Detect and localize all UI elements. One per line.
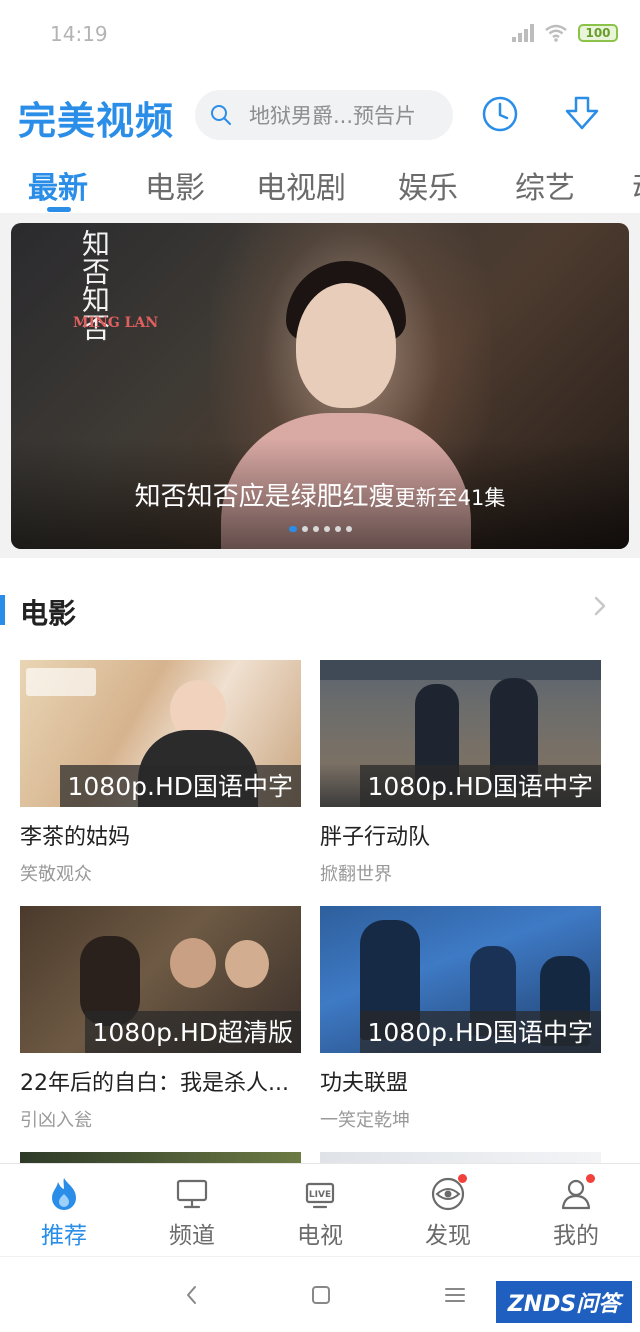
banner-caption: 知否知否应是绿肥红瘦更新至41集 [11, 476, 629, 513]
tab-anime[interactable]: 动 [632, 163, 640, 207]
movie-card[interactable]: 1080p.HD国语中字 李茶的姑妈 笑敬观众 [20, 660, 301, 886]
notification-dot [586, 1174, 595, 1183]
movie-thumbnail-partial[interactable] [320, 1152, 601, 1163]
movie-thumbnail[interactable]: 1080p.HD国语中字 [320, 660, 601, 807]
bottom-nav: 推荐 频道 LIVE 电视 发现 我的 [0, 1163, 640, 1256]
tab-tv-series[interactable]: 电视剧 [256, 163, 346, 207]
nav-label: 推荐 [41, 1223, 87, 1249]
category-tabs: 最新 电影 电视剧 娱乐 综艺 动 [0, 155, 640, 213]
quality-badge: 1080p.HD国语中字 [359, 765, 601, 807]
section-title: 电影 [20, 597, 77, 630]
back-icon[interactable] [178, 1281, 206, 1309]
chevron-right-icon[interactable] [592, 594, 608, 618]
carousel-dot[interactable] [323, 526, 330, 532]
menu-icon[interactable] [441, 1281, 469, 1309]
movie-thumbnail-partial[interactable] [20, 1152, 301, 1163]
movie-thumbnail[interactable]: 1080p.HD国语中字 [320, 906, 601, 1053]
hero-banner[interactable]: 知否知否 MING LAN 知否知否应是绿肥红瘦更新至41集 [11, 223, 629, 549]
carousel-dot[interactable] [334, 526, 341, 532]
nav-label: 发现 [425, 1223, 471, 1249]
movie-title[interactable]: 李茶的姑妈 [20, 819, 301, 851]
movie-card[interactable]: 1080p.HD超清版 22年后的自白：我是杀人... 引凶入瓮 [20, 906, 301, 1132]
banner-caption-main: 知否知否应是绿肥红瘦 [134, 482, 395, 512]
nav-recommend[interactable]: 推荐 [0, 1164, 128, 1257]
search-input[interactable]: 地狱男爵...预告片 [195, 90, 453, 140]
movie-subtitle: 掀翻世界 [320, 864, 392, 885]
tab-movies[interactable]: 电影 [145, 163, 205, 207]
live-tv-icon: LIVE [305, 1182, 335, 1209]
status-icons: 100 [512, 24, 618, 42]
nav-mine[interactable]: 我的 [512, 1164, 640, 1257]
nav-label: 电视 [297, 1223, 343, 1249]
nav-label: 频道 [169, 1223, 215, 1249]
movie-subtitle: 引凶入瓮 [20, 1110, 92, 1131]
nav-channels[interactable]: 频道 [128, 1164, 256, 1257]
status-time: 14:19 [50, 22, 108, 46]
search-icon [211, 105, 231, 125]
movie-card[interactable]: 1080p.HD国语中字 胖子行动队 掀翻世界 [320, 660, 601, 886]
movie-title[interactable]: 功夫联盟 [320, 1065, 601, 1097]
movie-thumbnail[interactable]: 1080p.HD国语中字 [20, 660, 301, 807]
carousel-dot[interactable] [312, 526, 319, 532]
poster-subtitle: MING LAN [73, 315, 159, 331]
movie-subtitle: 笑敬观众 [20, 864, 92, 885]
nav-discover[interactable]: 发现 [384, 1164, 512, 1257]
download-icon[interactable] [562, 94, 602, 134]
section-accent-bar [0, 595, 5, 625]
app-logo[interactable]: 完美视频 [18, 90, 174, 145]
tab-entertainment[interactable]: 娱乐 [398, 163, 458, 207]
carousel-dot[interactable] [345, 526, 352, 532]
search-placeholder: 地狱男爵...预告片 [249, 104, 417, 128]
banner-figure-face [296, 283, 396, 408]
tab-latest[interactable]: 最新 [28, 163, 88, 207]
svg-text:LIVE: LIVE [309, 1190, 331, 1200]
status-bar: 14:19 100 [0, 0, 640, 70]
carousel-dots [11, 526, 629, 532]
flame-icon [52, 1178, 76, 1210]
battery-icon: 100 [578, 24, 618, 42]
carousel-dot[interactable] [301, 526, 308, 532]
monitor-icon [176, 1179, 208, 1209]
quality-badge: 1080p.HD国语中字 [359, 1011, 601, 1053]
tab-indicator [47, 207, 71, 212]
quality-badge: 1080p.HD超清版 [84, 1011, 301, 1053]
movie-title[interactable]: 胖子行动队 [320, 819, 601, 851]
banner-caption-extra: 更新至41集 [394, 486, 506, 510]
movie-title[interactable]: 22年后的自白：我是杀人... [20, 1065, 301, 1097]
movie-subtitle: 一笑定乾坤 [320, 1110, 410, 1131]
tab-variety[interactable]: 综艺 [515, 163, 575, 207]
system-nav-bar: ZNDS问答 [0, 1256, 640, 1332]
quality-badge: 1080p.HD国语中字 [59, 765, 301, 807]
movie-thumbnail[interactable]: 1080p.HD超清版 [20, 906, 301, 1053]
movie-card[interactable]: 1080p.HD国语中字 功夫联盟 一笑定乾坤 [320, 906, 601, 1132]
history-icon[interactable] [480, 94, 520, 134]
carousel-dot[interactable] [288, 526, 297, 532]
nav-label: 我的 [553, 1223, 599, 1249]
znds-watermark: ZNDS问答 [496, 1281, 632, 1323]
poster-title: 知否知否 [78, 229, 111, 341]
notification-dot [458, 1174, 467, 1183]
nav-tv[interactable]: LIVE 电视 [256, 1164, 384, 1257]
home-icon[interactable] [307, 1281, 335, 1309]
signal-icon [512, 24, 534, 42]
wifi-icon [545, 24, 567, 42]
